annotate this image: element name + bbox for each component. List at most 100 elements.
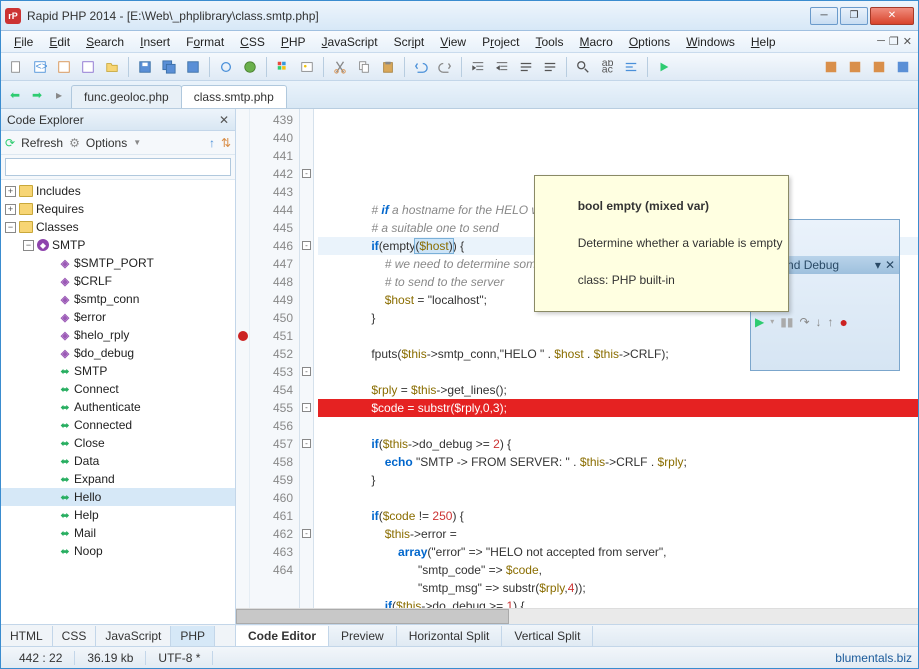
fold-gutter[interactable]: ------ (300, 109, 314, 608)
tree-member[interactable]: ⬌Close (1, 434, 235, 452)
debug-record-icon[interactable]: ● (840, 313, 848, 331)
view-tab[interactable]: Vertical Split (502, 626, 593, 646)
tree-member[interactable]: ⬌Noop (1, 542, 235, 560)
tree-folder[interactable]: +Includes (1, 182, 235, 200)
new-file-button[interactable] (5, 56, 27, 78)
tree-member[interactable]: ⬌Help (1, 506, 235, 524)
replace-button[interactable]: abac (596, 56, 618, 78)
code-editor[interactable]: bool empty (mixed var) Determine whether… (314, 109, 918, 608)
tree-member[interactable]: ◈$CRLF (1, 272, 235, 290)
debug-stepout-icon[interactable]: ↑ (828, 313, 834, 331)
debug-pause-icon[interactable]: ▮▮ (780, 313, 793, 331)
menu-insert[interactable]: Insert (133, 33, 177, 51)
menu-options[interactable]: Options (622, 33, 677, 51)
file-tab-0[interactable]: func.geoloc.php (71, 85, 182, 108)
maximize-button[interactable]: ❐ (840, 7, 868, 25)
debug-stepover-icon[interactable]: ↷ (799, 313, 809, 331)
explorer-search-input[interactable] (5, 158, 231, 176)
preview-button[interactable] (215, 56, 237, 78)
nav-list-button[interactable]: ▸ (49, 85, 69, 105)
rundebug-dd-icon[interactable]: ▾ (875, 256, 881, 274)
breakpoint-gutter[interactable] (236, 109, 250, 608)
mdi-close-icon[interactable]: ✕ (903, 35, 912, 48)
tree-member[interactable]: ◈$helo_rply (1, 326, 235, 344)
paste-button[interactable] (377, 56, 399, 78)
sort-up-icon[interactable]: ↑ (209, 136, 215, 150)
menu-search[interactable]: Search (79, 33, 131, 51)
tree-member[interactable]: ⬌Hello (1, 488, 235, 506)
explorer-close-icon[interactable]: ✕ (219, 113, 229, 127)
tree-member[interactable]: ⬌Data (1, 452, 235, 470)
menu-file[interactable]: File (7, 33, 40, 51)
new-css-button[interactable] (53, 56, 75, 78)
options-dropdown-icon[interactable]: ▼ (133, 138, 141, 147)
tool-x3-button[interactable] (868, 56, 890, 78)
status-link[interactable]: blumentals.biz (835, 651, 912, 665)
lang-tab-html[interactable]: HTML (1, 626, 53, 646)
tree-member[interactable]: ◈$SMTP_PORT (1, 254, 235, 272)
menu-help[interactable]: Help (744, 33, 783, 51)
lang-tab-javascript[interactable]: JavaScript (96, 626, 171, 646)
lang-tab-css[interactable]: CSS (53, 626, 97, 646)
view-tab[interactable]: Code Editor (236, 626, 329, 646)
tree-folder[interactable]: −Classes (1, 218, 235, 236)
options-button[interactable]: Options (86, 136, 127, 150)
line-gutter[interactable]: 4394404414424434444454464474484494504514… (250, 109, 300, 608)
tool-x2-button[interactable] (844, 56, 866, 78)
status-encoding[interactable]: UTF-8 * (146, 651, 213, 665)
menu-javascript[interactable]: JavaScript (315, 33, 385, 51)
menu-project[interactable]: Project (475, 33, 526, 51)
mdi-minimize-icon[interactable]: ─ (877, 35, 885, 48)
indent-button[interactable] (467, 56, 489, 78)
refresh-button[interactable]: Refresh (21, 136, 63, 150)
undo-button[interactable] (410, 56, 432, 78)
menu-windows[interactable]: Windows (679, 33, 742, 51)
tree-member[interactable]: ◈$smtp_conn (1, 290, 235, 308)
wrap-button[interactable] (539, 56, 561, 78)
close-button[interactable]: ✕ (870, 7, 914, 25)
menu-edit[interactable]: Edit (42, 33, 77, 51)
tree-member[interactable]: ⬌SMTP (1, 362, 235, 380)
editor-hscroll[interactable] (236, 608, 918, 624)
color-button[interactable] (272, 56, 294, 78)
tree-member[interactable]: ⬌Authenticate (1, 398, 235, 416)
browser-button[interactable] (239, 56, 261, 78)
mdi-restore-icon[interactable]: ❐ (889, 35, 899, 48)
menu-css[interactable]: CSS (233, 33, 272, 51)
outdent-button[interactable] (491, 56, 513, 78)
view-tab[interactable]: Preview (329, 626, 397, 646)
new-php-button[interactable] (77, 56, 99, 78)
format-button[interactable] (515, 56, 537, 78)
nav-fwd-button[interactable]: ➡ (27, 85, 47, 105)
goto-button[interactable] (620, 56, 642, 78)
rundebug-close-icon[interactable]: ✕ (885, 256, 895, 274)
minimize-button[interactable]: ─ (810, 7, 838, 25)
view-tab[interactable]: Horizontal Split (397, 626, 503, 646)
file-tab-1[interactable]: class.smtp.php (181, 85, 287, 108)
explorer-tree[interactable]: +Includes+Requires−Classes−◆SMTP◈$SMTP_P… (1, 180, 235, 624)
tool-x4-button[interactable] (892, 56, 914, 78)
menu-tools[interactable]: Tools (528, 33, 570, 51)
redo-button[interactable] (434, 56, 456, 78)
tree-folder[interactable]: +Requires (1, 200, 235, 218)
tool-x1-button[interactable] (820, 56, 842, 78)
lang-tab-php[interactable]: PHP (171, 626, 215, 646)
tree-member[interactable]: ◈$error (1, 308, 235, 326)
image-button[interactable] (296, 56, 318, 78)
find-button[interactable] (572, 56, 594, 78)
cut-button[interactable] (329, 56, 351, 78)
run-button[interactable] (653, 56, 675, 78)
menu-php[interactable]: PHP (274, 33, 313, 51)
save-button[interactable] (134, 56, 156, 78)
new-html-button[interactable]: <> (29, 56, 51, 78)
menu-format[interactable]: Format (179, 33, 231, 51)
open-button[interactable] (101, 56, 123, 78)
tree-member[interactable]: ⬌Connected (1, 416, 235, 434)
copy-button[interactable] (353, 56, 375, 78)
save-all-button[interactable] (158, 56, 180, 78)
titlebar[interactable]: rP Rapid PHP 2014 - [E:\Web\_phplibrary\… (1, 1, 918, 31)
tree-member[interactable]: ⬌Expand (1, 470, 235, 488)
tree-member[interactable]: ◈$do_debug (1, 344, 235, 362)
nav-back-button[interactable]: ⬅ (5, 85, 25, 105)
tree-member[interactable]: ⬌Connect (1, 380, 235, 398)
